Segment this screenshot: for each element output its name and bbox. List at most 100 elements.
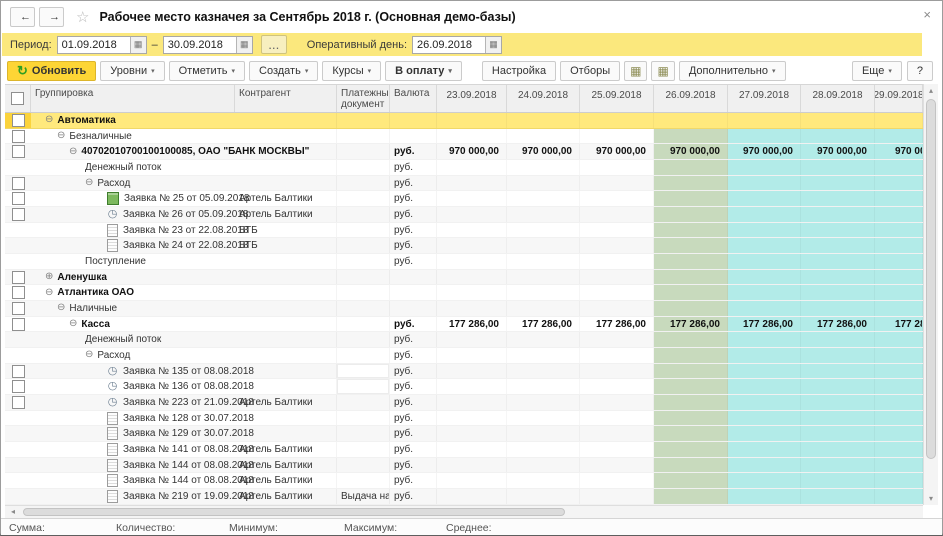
- table-row[interactable]: Заявка № 144 от 08.08.2018Артель Балтики…: [5, 473, 923, 489]
- value-cell-date-0: [437, 489, 507, 504]
- value-cell-date-1: 177 286,00: [507, 317, 580, 332]
- calendar-icon[interactable]: ▦: [130, 37, 146, 53]
- scroll-up-icon[interactable]: ▴: [924, 84, 938, 97]
- period-to-input[interactable]: [164, 37, 236, 53]
- table-row[interactable]: ⊖Расходруб.: [5, 348, 923, 364]
- row-checkbox[interactable]: [12, 145, 25, 158]
- scroll-left-icon[interactable]: ◂: [7, 506, 19, 518]
- expander-minus-icon[interactable]: ⊖: [45, 115, 53, 125]
- table-row[interactable]: Денежный потокруб.: [5, 332, 923, 348]
- calendar-icon[interactable]: ▦: [236, 37, 252, 53]
- row-checkbox-cell: [5, 160, 31, 175]
- close-icon[interactable]: ×: [923, 8, 931, 21]
- row-checkbox[interactable]: [12, 302, 25, 315]
- levels-button[interactable]: Уровни▾: [100, 61, 164, 81]
- row-checkbox[interactable]: [12, 286, 25, 299]
- variant-settings-button[interactable]: ▦: [651, 61, 674, 81]
- table-row[interactable]: ⊖Безналичные: [5, 129, 923, 145]
- group-cell: Заявка № 141 от 08.08.2018: [31, 442, 235, 457]
- payment-document-cell: [337, 301, 390, 316]
- expander-minus-icon[interactable]: ⊖: [69, 147, 77, 157]
- row-checkbox[interactable]: [12, 318, 25, 331]
- payment-document-cell[interactable]: [337, 364, 390, 379]
- expander-minus-icon[interactable]: ⊖: [69, 319, 77, 329]
- value-cell-date-1: [507, 473, 580, 488]
- table-row[interactable]: Поступлениеруб.: [5, 254, 923, 270]
- refresh-button[interactable]: ↻Обновить: [7, 61, 96, 81]
- vertical-scrollbar[interactable]: ▴ ▾: [923, 84, 938, 505]
- row-checkbox[interactable]: [12, 130, 25, 143]
- table-row[interactable]: Заявка № 24 от 22.08.2018ВТБруб.: [5, 238, 923, 254]
- table-row[interactable]: ⊖Расходруб.: [5, 176, 923, 192]
- expander-plus-icon[interactable]: ⊕: [45, 272, 53, 282]
- currency-cell: руб.: [390, 238, 437, 253]
- table-row[interactable]: ⊖40702010700100100085, ОАО "БАНК МОСКВЫ"…: [5, 144, 923, 160]
- row-checkbox[interactable]: [12, 192, 25, 205]
- horizontal-scrollbar-thumb[interactable]: [23, 508, 565, 516]
- create-button[interactable]: Создать▾: [249, 61, 318, 81]
- table-row[interactable]: ◷Заявка № 136 от 08.08.2018руб.: [5, 379, 923, 395]
- more-button[interactable]: Еще▾: [852, 61, 902, 81]
- table-row[interactable]: ⊕Аленушка: [5, 270, 923, 286]
- row-checkbox[interactable]: [12, 396, 25, 409]
- vertical-scrollbar-thumb[interactable]: [926, 99, 936, 459]
- expander-minus-icon[interactable]: ⊖: [57, 303, 65, 313]
- more-actions-button[interactable]: Дополнительно▾: [679, 61, 786, 81]
- row-checkbox[interactable]: [12, 271, 25, 284]
- table-row[interactable]: Заявка № 219 от 19.09.2018Артель Балтики…: [5, 489, 923, 505]
- table-row[interactable]: ◷Заявка № 223 от 21.09.2018Артель Балтик…: [5, 395, 923, 411]
- table-row[interactable]: ⊖Наличные: [5, 301, 923, 317]
- table-row[interactable]: ⊖Атлантика ОАО: [5, 285, 923, 301]
- row-checkbox[interactable]: [12, 114, 25, 127]
- settings-button[interactable]: Настройка: [482, 61, 556, 81]
- help-button[interactable]: ?: [907, 61, 933, 81]
- to-payment-button[interactable]: В оплату▾: [385, 61, 462, 81]
- expander-minus-icon[interactable]: ⊖: [57, 131, 65, 141]
- table-row[interactable]: Заявка № 141 от 08.08.2018Артель Балтики…: [5, 442, 923, 458]
- value-cell-date-6: [875, 379, 923, 394]
- group-cell: Заявка № 24 от 22.08.2018: [31, 238, 235, 253]
- column-header-date-1: 24.09.2018: [507, 85, 580, 112]
- select-all-checkbox[interactable]: [11, 92, 24, 105]
- expander-minus-icon[interactable]: ⊖: [85, 178, 93, 188]
- operational-day-label: Оперативный день:: [307, 39, 407, 51]
- table-row[interactable]: Заявка № 128 от 30.07.2018руб.: [5, 411, 923, 427]
- favorite-star-icon[interactable]: ☆: [76, 8, 89, 26]
- table-row[interactable]: Заявка № 23 от 22.08.2018ВТБруб.: [5, 223, 923, 239]
- value-cell-date-0: [437, 411, 507, 426]
- table-row[interactable]: ◷Заявка № 135 от 08.08.2018руб.: [5, 364, 923, 380]
- save-variant-button[interactable]: ▦: [624, 61, 647, 81]
- row-checkbox[interactable]: [12, 380, 25, 393]
- scroll-down-icon[interactable]: ▾: [924, 492, 938, 505]
- table-row[interactable]: Заявка № 25 от 05.09.2018Артель Балтикир…: [5, 191, 923, 207]
- operational-day-input[interactable]: [413, 37, 485, 53]
- counterparty-cell: [235, 270, 337, 285]
- row-checkbox[interactable]: [12, 177, 25, 190]
- mark-button[interactable]: Отметить▾: [169, 61, 245, 81]
- calendar-icon[interactable]: ▦: [485, 37, 501, 53]
- value-cell-date-1: 970 000,00: [507, 144, 580, 159]
- period-ellipsis-button[interactable]: ...: [261, 35, 287, 54]
- period-from-input[interactable]: [58, 37, 130, 53]
- payment-document-cell: [337, 254, 390, 269]
- expander-minus-icon[interactable]: ⊖: [45, 288, 53, 298]
- expander-minus-icon[interactable]: ⊖: [85, 350, 93, 360]
- payment-document-cell[interactable]: [337, 379, 390, 394]
- filters-button[interactable]: Отборы: [560, 61, 620, 81]
- horizontal-scrollbar[interactable]: ◂: [5, 505, 923, 518]
- table-row[interactable]: Заявка № 129 от 30.07.2018руб.: [5, 426, 923, 442]
- value-cell-date-0: [437, 364, 507, 379]
- table-row[interactable]: ⊖Автоматика: [5, 113, 923, 129]
- table-row[interactable]: ◷Заявка № 26 от 05.09.2018Артель Балтики…: [5, 207, 923, 223]
- payment-document-cell: [337, 426, 390, 441]
- rates-button[interactable]: Курсы▾: [322, 61, 381, 81]
- table-row[interactable]: ⊖Кассаруб.177 286,00177 286,00177 286,00…: [5, 317, 923, 333]
- nav-forward-button[interactable]: →: [39, 7, 64, 27]
- table-row[interactable]: Заявка № 144 от 08.08.2018Артель Балтики…: [5, 458, 923, 474]
- value-cell-date-3: [654, 191, 728, 206]
- row-checkbox[interactable]: [12, 365, 25, 378]
- row-checkbox[interactable]: [12, 208, 25, 221]
- table-row[interactable]: Денежный потокруб.: [5, 160, 923, 176]
- value-cell-date-4: [728, 473, 801, 488]
- nav-back-button[interactable]: ←: [10, 7, 35, 27]
